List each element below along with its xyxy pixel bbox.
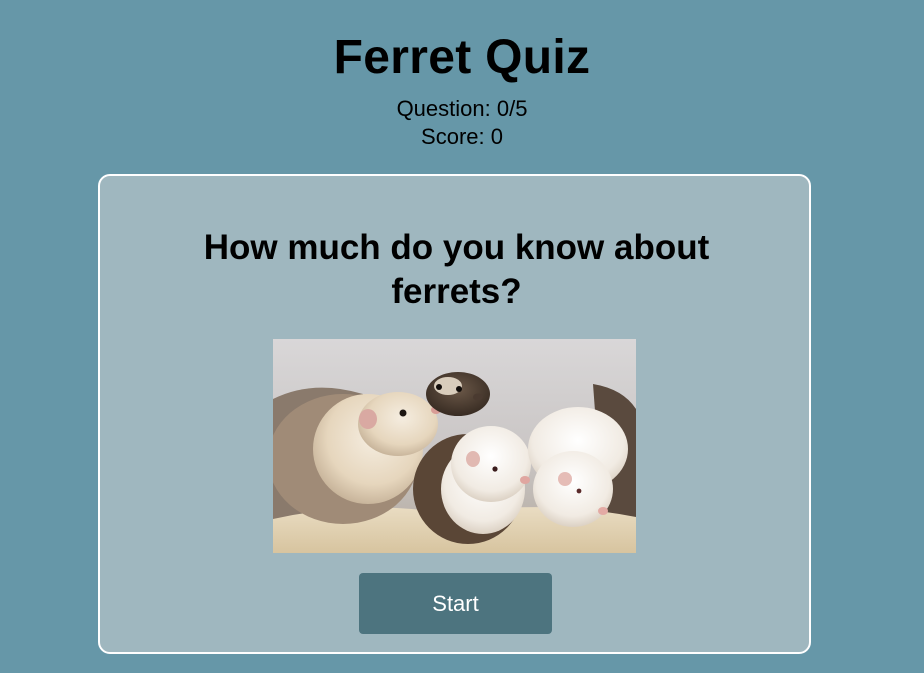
score-display: Score: 0	[421, 124, 503, 149]
question-text: How much do you know about ferrets?	[203, 228, 710, 311]
quiz-card: How much do you know about ferrets? Star…	[98, 174, 811, 654]
start-button[interactable]: Start	[359, 573, 552, 634]
page-title: Ferret Quiz	[333, 31, 591, 84]
question-counter: Question: 0/5	[396, 96, 528, 121]
ferrets-image	[273, 339, 636, 553]
